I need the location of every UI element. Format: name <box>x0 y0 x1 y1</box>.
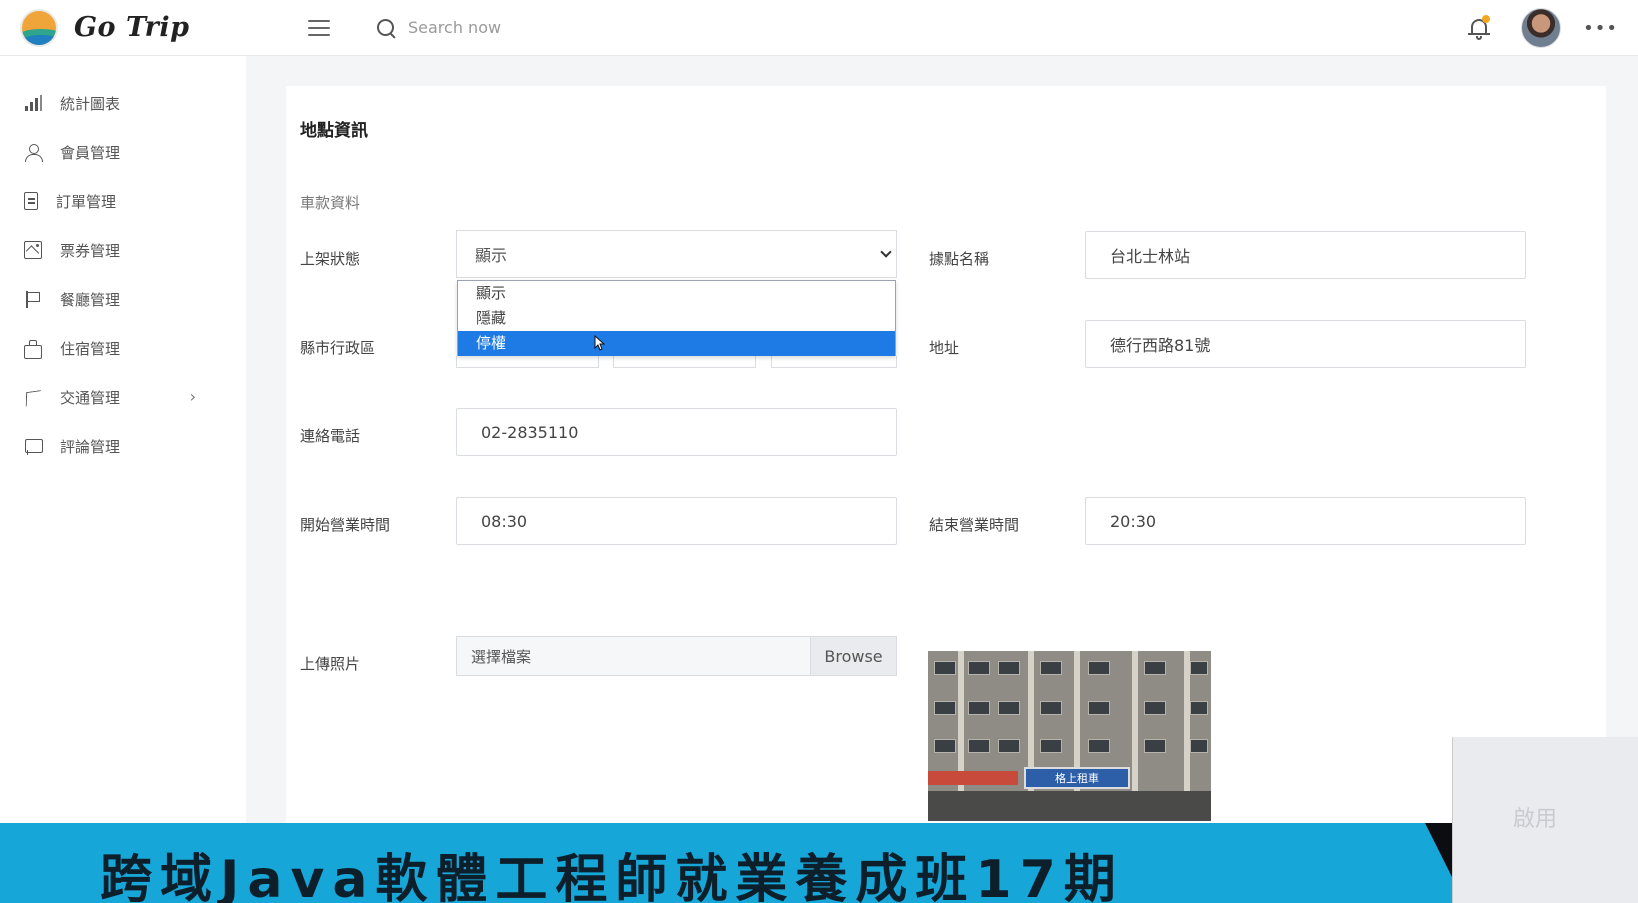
notification-dot <box>1482 15 1491 23</box>
sidebar-item-lodging[interactable]: 住宿管理 <box>24 333 224 363</box>
overlay-banner: 跨域Java軟體工程師就業養成班17期 <box>0 823 1638 903</box>
chevron-down-icon <box>880 246 892 258</box>
district-select[interactable] <box>613 356 756 368</box>
status-option-show[interactable]: 顯示 <box>458 281 895 306</box>
station-name-label: 據點名稱 <box>929 250 990 268</box>
sidebar-item-reviews[interactable]: 評論管理 <box>24 431 224 461</box>
logo <box>20 8 58 47</box>
station-name-input[interactable]: 台北士林站 <box>1085 231 1526 279</box>
status-select-value: 顯示 <box>475 246 508 265</box>
flag-icon <box>24 290 42 308</box>
location-photo: 格上租車 <box>928 651 1211 821</box>
top-bar: Go Trip ••• <box>0 0 1638 56</box>
bell-icon[interactable] <box>1467 15 1491 41</box>
sidebar-item-label: 餐廳管理 <box>60 290 121 309</box>
sidebar-item-orders[interactable]: 訂單管理 <box>24 186 224 216</box>
city-select[interactable] <box>456 356 599 368</box>
search-icon[interactable] <box>376 18 396 38</box>
zipcode-field[interactable] <box>771 356 897 368</box>
banner-text: 跨域Java軟體工程師就業養成班17期 <box>100 850 1124 903</box>
file-upload-text: 選擇檔案 <box>471 647 532 666</box>
sidebar-item-statistics[interactable]: 統計圖表 <box>24 88 224 118</box>
file-upload-input[interactable]: 選擇檔案 Browse <box>456 636 897 676</box>
top-right-actions: ••• <box>1467 0 1638 56</box>
document-icon <box>24 192 38 210</box>
address-label: 地址 <box>929 339 960 357</box>
sidebar-item-restaurants[interactable]: 餐廳管理 <box>24 284 224 314</box>
status-select[interactable]: 顯示 <box>456 230 897 278</box>
sidebar-item-label: 訂單管理 <box>56 192 117 211</box>
status-option-suspend[interactable]: 停權 <box>458 331 895 356</box>
avatar[interactable] <box>1521 8 1562 48</box>
navigation-icon <box>24 388 42 406</box>
chart-icon <box>24 94 42 112</box>
more-options-icon[interactable]: ••• <box>1583 18 1618 39</box>
chat-icon <box>24 437 43 455</box>
user-icon <box>24 143 43 162</box>
status-label: 上架狀態 <box>300 250 361 268</box>
corner-overlay: 啟用 <box>1452 737 1638 903</box>
phone-label: 連絡電話 <box>300 427 361 445</box>
district-label: 縣市行政區 <box>300 339 376 357</box>
sidebar-item-label: 交通管理 <box>60 388 121 407</box>
menu-toggle-icon[interactable] <box>308 19 330 36</box>
sidebar-item-label: 評論管理 <box>60 437 121 456</box>
status-option-hide[interactable]: 隱藏 <box>458 306 895 331</box>
sidebar-item-members[interactable]: 會員管理 <box>24 137 224 167</box>
open-time-input[interactable]: 08:30 <box>456 497 897 545</box>
upload-label: 上傳照片 <box>300 655 361 673</box>
page-title: 地點資訊 <box>300 121 368 141</box>
corner-text: 啟用 <box>1513 807 1558 832</box>
sidebar: 統計圖表 會員管理 訂單管理 票券管理 餐廳管理 住宿管理 交通管理 › 評論管… <box>0 56 246 868</box>
photo-sign: 格上租車 <box>1024 767 1130 789</box>
open-time-label: 開始營業時間 <box>300 516 391 534</box>
sidebar-item-tickets[interactable]: 票券管理 <box>24 235 224 265</box>
brand-name: Go Trip <box>74 12 190 43</box>
sidebar-item-transport[interactable]: 交通管理 › <box>24 382 224 412</box>
sidebar-item-label: 住宿管理 <box>60 339 121 358</box>
phone-input[interactable]: 02-2835110 <box>456 408 897 456</box>
status-dropdown: 顯示 隱藏 停權 <box>457 280 896 356</box>
sidebar-item-label: 票券管理 <box>60 241 121 260</box>
chevron-right-icon[interactable]: › <box>190 387 196 406</box>
search-bar <box>376 18 648 38</box>
image-icon <box>24 241 42 259</box>
section-subtitle: 車款資料 <box>300 194 361 212</box>
address-input[interactable]: 德行西路81號 <box>1085 320 1526 368</box>
close-time-input[interactable]: 20:30 <box>1085 497 1526 545</box>
sidebar-item-label: 會員管理 <box>60 143 121 162</box>
brand[interactable]: Go Trip <box>20 8 280 47</box>
close-time-label: 結束營業時間 <box>929 516 1020 534</box>
briefcase-icon <box>24 340 42 359</box>
browse-button[interactable]: Browse <box>810 637 896 675</box>
sidebar-item-label: 統計圖表 <box>60 94 121 113</box>
mouse-cursor-icon <box>594 335 605 351</box>
search-input[interactable] <box>408 18 648 37</box>
